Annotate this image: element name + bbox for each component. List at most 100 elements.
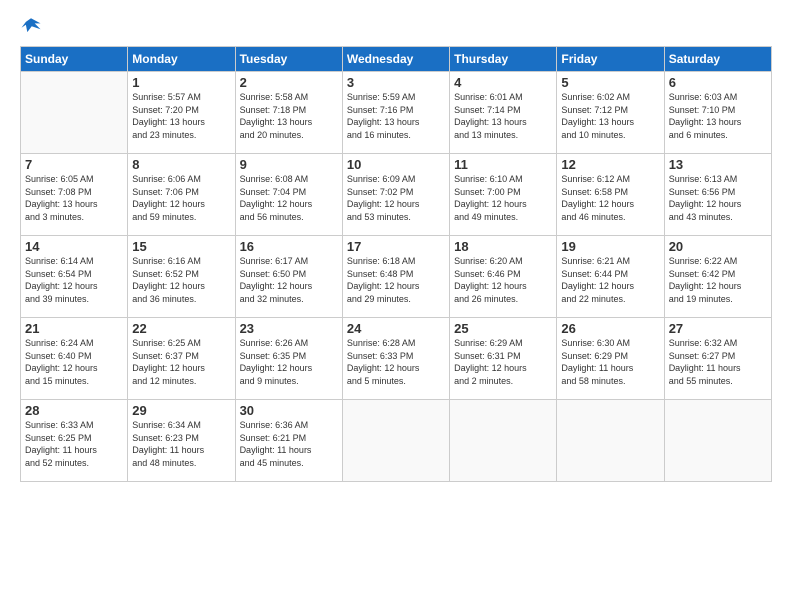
calendar-cell: 28Sunrise: 6:33 AM Sunset: 6:25 PM Dayli… <box>21 400 128 482</box>
calendar-cell: 29Sunrise: 6:34 AM Sunset: 6:23 PM Dayli… <box>128 400 235 482</box>
day-info: Sunrise: 6:01 AM Sunset: 7:14 PM Dayligh… <box>454 91 552 141</box>
day-info: Sunrise: 6:24 AM Sunset: 6:40 PM Dayligh… <box>25 337 123 387</box>
day-info: Sunrise: 6:10 AM Sunset: 7:00 PM Dayligh… <box>454 173 552 223</box>
calendar-cell: 23Sunrise: 6:26 AM Sunset: 6:35 PM Dayli… <box>235 318 342 400</box>
day-number: 24 <box>347 321 445 336</box>
day-info: Sunrise: 6:13 AM Sunset: 6:56 PM Dayligh… <box>669 173 767 223</box>
calendar-cell: 22Sunrise: 6:25 AM Sunset: 6:37 PM Dayli… <box>128 318 235 400</box>
day-info: Sunrise: 6:36 AM Sunset: 6:21 PM Dayligh… <box>240 419 338 469</box>
day-number: 19 <box>561 239 659 254</box>
day-info: Sunrise: 5:57 AM Sunset: 7:20 PM Dayligh… <box>132 91 230 141</box>
day-info: Sunrise: 6:05 AM Sunset: 7:08 PM Dayligh… <box>25 173 123 223</box>
day-info: Sunrise: 6:14 AM Sunset: 6:54 PM Dayligh… <box>25 255 123 305</box>
logo-bird-icon <box>20 16 42 38</box>
day-info: Sunrise: 6:33 AM Sunset: 6:25 PM Dayligh… <box>25 419 123 469</box>
calendar-cell: 27Sunrise: 6:32 AM Sunset: 6:27 PM Dayli… <box>664 318 771 400</box>
day-number: 7 <box>25 157 123 172</box>
calendar-cell: 21Sunrise: 6:24 AM Sunset: 6:40 PM Dayli… <box>21 318 128 400</box>
day-info: Sunrise: 6:26 AM Sunset: 6:35 PM Dayligh… <box>240 337 338 387</box>
day-info: Sunrise: 6:17 AM Sunset: 6:50 PM Dayligh… <box>240 255 338 305</box>
calendar-cell: 25Sunrise: 6:29 AM Sunset: 6:31 PM Dayli… <box>450 318 557 400</box>
calendar-cell <box>450 400 557 482</box>
day-number: 8 <box>132 157 230 172</box>
calendar-header-saturday: Saturday <box>664 47 771 72</box>
calendar-cell: 9Sunrise: 6:08 AM Sunset: 7:04 PM Daylig… <box>235 154 342 236</box>
day-number: 28 <box>25 403 123 418</box>
day-info: Sunrise: 6:03 AM Sunset: 7:10 PM Dayligh… <box>669 91 767 141</box>
day-number: 29 <box>132 403 230 418</box>
calendar: SundayMondayTuesdayWednesdayThursdayFrid… <box>20 46 772 482</box>
calendar-cell: 26Sunrise: 6:30 AM Sunset: 6:29 PM Dayli… <box>557 318 664 400</box>
day-number: 16 <box>240 239 338 254</box>
day-number: 14 <box>25 239 123 254</box>
day-info: Sunrise: 5:59 AM Sunset: 7:16 PM Dayligh… <box>347 91 445 141</box>
day-info: Sunrise: 6:21 AM Sunset: 6:44 PM Dayligh… <box>561 255 659 305</box>
calendar-cell: 5Sunrise: 6:02 AM Sunset: 7:12 PM Daylig… <box>557 72 664 154</box>
day-number: 4 <box>454 75 552 90</box>
day-number: 30 <box>240 403 338 418</box>
calendar-cell: 11Sunrise: 6:10 AM Sunset: 7:00 PM Dayli… <box>450 154 557 236</box>
calendar-cell <box>664 400 771 482</box>
calendar-cell <box>342 400 449 482</box>
day-info: Sunrise: 6:25 AM Sunset: 6:37 PM Dayligh… <box>132 337 230 387</box>
day-number: 23 <box>240 321 338 336</box>
day-number: 25 <box>454 321 552 336</box>
day-number: 2 <box>240 75 338 90</box>
day-info: Sunrise: 6:12 AM Sunset: 6:58 PM Dayligh… <box>561 173 659 223</box>
logo <box>20 16 46 38</box>
calendar-header-wednesday: Wednesday <box>342 47 449 72</box>
day-number: 9 <box>240 157 338 172</box>
day-number: 1 <box>132 75 230 90</box>
calendar-cell <box>557 400 664 482</box>
day-number: 18 <box>454 239 552 254</box>
day-info: Sunrise: 6:18 AM Sunset: 6:48 PM Dayligh… <box>347 255 445 305</box>
day-info: Sunrise: 6:02 AM Sunset: 7:12 PM Dayligh… <box>561 91 659 141</box>
calendar-cell: 4Sunrise: 6:01 AM Sunset: 7:14 PM Daylig… <box>450 72 557 154</box>
calendar-header-sunday: Sunday <box>21 47 128 72</box>
day-info: Sunrise: 5:58 AM Sunset: 7:18 PM Dayligh… <box>240 91 338 141</box>
calendar-cell: 14Sunrise: 6:14 AM Sunset: 6:54 PM Dayli… <box>21 236 128 318</box>
calendar-header-thursday: Thursday <box>450 47 557 72</box>
calendar-cell: 13Sunrise: 6:13 AM Sunset: 6:56 PM Dayli… <box>664 154 771 236</box>
day-info: Sunrise: 6:30 AM Sunset: 6:29 PM Dayligh… <box>561 337 659 387</box>
day-number: 15 <box>132 239 230 254</box>
calendar-cell: 17Sunrise: 6:18 AM Sunset: 6:48 PM Dayli… <box>342 236 449 318</box>
calendar-cell: 15Sunrise: 6:16 AM Sunset: 6:52 PM Dayli… <box>128 236 235 318</box>
day-number: 22 <box>132 321 230 336</box>
calendar-cell <box>21 72 128 154</box>
day-number: 3 <box>347 75 445 90</box>
day-info: Sunrise: 6:34 AM Sunset: 6:23 PM Dayligh… <box>132 419 230 469</box>
calendar-header-tuesday: Tuesday <box>235 47 342 72</box>
calendar-cell: 16Sunrise: 6:17 AM Sunset: 6:50 PM Dayli… <box>235 236 342 318</box>
day-info: Sunrise: 6:28 AM Sunset: 6:33 PM Dayligh… <box>347 337 445 387</box>
day-info: Sunrise: 6:16 AM Sunset: 6:52 PM Dayligh… <box>132 255 230 305</box>
calendar-cell: 6Sunrise: 6:03 AM Sunset: 7:10 PM Daylig… <box>664 72 771 154</box>
calendar-cell: 8Sunrise: 6:06 AM Sunset: 7:06 PM Daylig… <box>128 154 235 236</box>
day-number: 20 <box>669 239 767 254</box>
calendar-cell: 10Sunrise: 6:09 AM Sunset: 7:02 PM Dayli… <box>342 154 449 236</box>
day-number: 17 <box>347 239 445 254</box>
day-number: 6 <box>669 75 767 90</box>
calendar-cell: 20Sunrise: 6:22 AM Sunset: 6:42 PM Dayli… <box>664 236 771 318</box>
day-info: Sunrise: 6:09 AM Sunset: 7:02 PM Dayligh… <box>347 173 445 223</box>
day-info: Sunrise: 6:20 AM Sunset: 6:46 PM Dayligh… <box>454 255 552 305</box>
calendar-cell: 24Sunrise: 6:28 AM Sunset: 6:33 PM Dayli… <box>342 318 449 400</box>
calendar-cell: 3Sunrise: 5:59 AM Sunset: 7:16 PM Daylig… <box>342 72 449 154</box>
day-info: Sunrise: 6:22 AM Sunset: 6:42 PM Dayligh… <box>669 255 767 305</box>
calendar-header-monday: Monday <box>128 47 235 72</box>
calendar-cell: 12Sunrise: 6:12 AM Sunset: 6:58 PM Dayli… <box>557 154 664 236</box>
calendar-cell: 2Sunrise: 5:58 AM Sunset: 7:18 PM Daylig… <box>235 72 342 154</box>
calendar-cell: 1Sunrise: 5:57 AM Sunset: 7:20 PM Daylig… <box>128 72 235 154</box>
calendar-header-friday: Friday <box>557 47 664 72</box>
calendar-cell: 19Sunrise: 6:21 AM Sunset: 6:44 PM Dayli… <box>557 236 664 318</box>
calendar-cell: 7Sunrise: 6:05 AM Sunset: 7:08 PM Daylig… <box>21 154 128 236</box>
day-info: Sunrise: 6:08 AM Sunset: 7:04 PM Dayligh… <box>240 173 338 223</box>
day-info: Sunrise: 6:29 AM Sunset: 6:31 PM Dayligh… <box>454 337 552 387</box>
day-number: 12 <box>561 157 659 172</box>
day-number: 26 <box>561 321 659 336</box>
day-number: 27 <box>669 321 767 336</box>
day-number: 11 <box>454 157 552 172</box>
calendar-cell: 30Sunrise: 6:36 AM Sunset: 6:21 PM Dayli… <box>235 400 342 482</box>
calendar-cell: 18Sunrise: 6:20 AM Sunset: 6:46 PM Dayli… <box>450 236 557 318</box>
day-info: Sunrise: 6:32 AM Sunset: 6:27 PM Dayligh… <box>669 337 767 387</box>
